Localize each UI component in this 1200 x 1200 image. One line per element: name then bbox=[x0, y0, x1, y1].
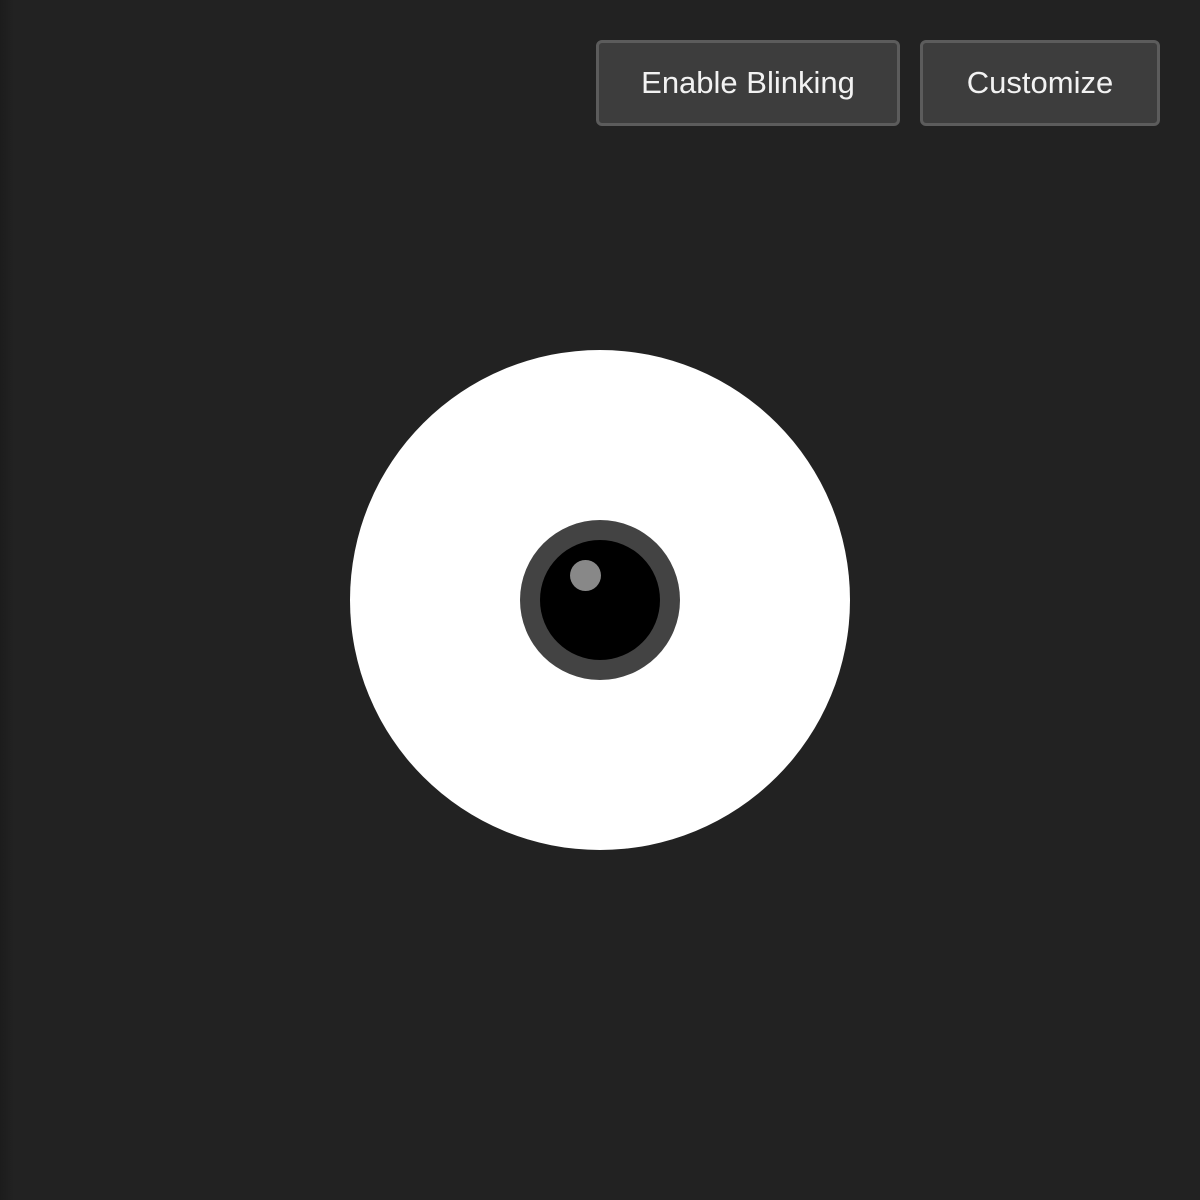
enable-blinking-button[interactable]: Enable Blinking bbox=[596, 40, 900, 126]
toolbar: Enable Blinking Customize bbox=[596, 40, 1160, 126]
pupil-highlight bbox=[570, 560, 601, 591]
eyeball[interactable] bbox=[350, 350, 850, 850]
pupil bbox=[540, 540, 660, 660]
left-edge-shadow bbox=[0, 0, 14, 1200]
iris bbox=[520, 520, 680, 680]
customize-button[interactable]: Customize bbox=[920, 40, 1160, 126]
